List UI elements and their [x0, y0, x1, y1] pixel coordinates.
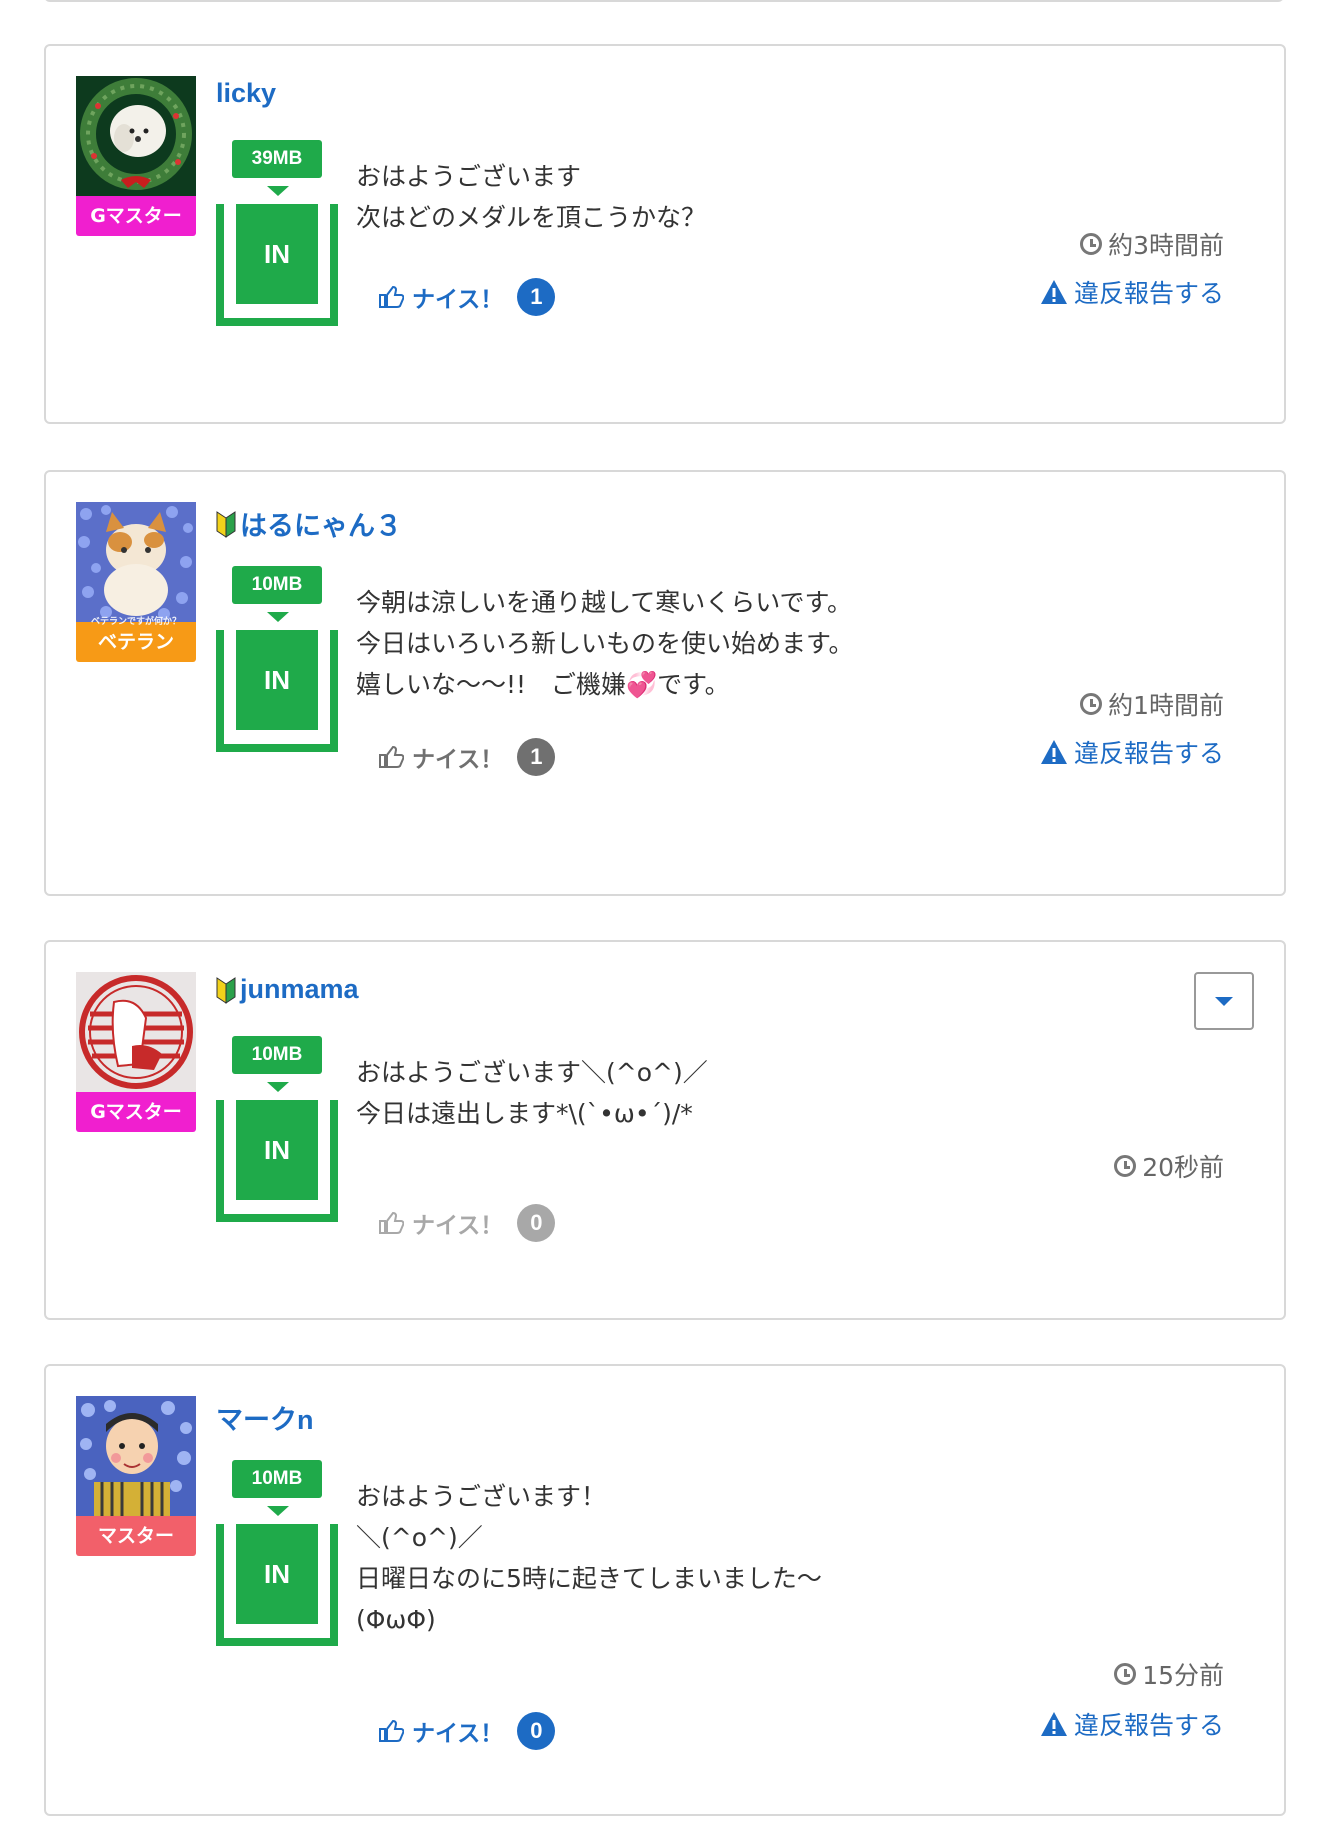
- storage-box: IN: [216, 204, 338, 326]
- rank-badge: ベテランですが何か？ ベテラン: [76, 617, 196, 662]
- username-text[interactable]: はるにゃん３: [240, 504, 402, 543]
- post-time-text: 約3時間前: [1108, 231, 1224, 260]
- caret-down-icon: [1215, 996, 1233, 1006]
- post-card: Gマスター junmama 10MB IN おはようございます＼(^o^)／ 今…: [44, 940, 1286, 1320]
- arrow-down-icon: [267, 612, 289, 622]
- post-card: Gマスター licky 39MB IN おはようございます 次はどのメダルを頂こ…: [44, 44, 1286, 424]
- storage-box: IN: [216, 630, 338, 752]
- nice-button[interactable]: ナイス！ 1: [378, 738, 556, 776]
- post-card: ベテランですが何か？ ベテラン はるにゃん３ 10MB IN 今朝は涼しいを通り…: [44, 470, 1286, 896]
- nice-label[interactable]: ナイス！: [412, 1714, 503, 1748]
- post-time: 約3時間前: [1080, 226, 1224, 262]
- nice-count: 0: [517, 1712, 556, 1750]
- rank-badge: Gマスター: [76, 1092, 196, 1132]
- report-link[interactable]: 違反報告する: [1040, 1706, 1224, 1742]
- post-message: 今朝は涼しいを通り越して寒いくらいです。 今日はいろいろ新しいものを使い始めます…: [356, 588, 854, 699]
- avatar[interactable]: [76, 972, 196, 1092]
- nice-count: 0: [517, 1204, 556, 1242]
- avatar[interactable]: [76, 76, 196, 196]
- post-time: 約1時間前: [1080, 686, 1224, 722]
- post-card: マスター マークn 10MB IN おはようございます！ ＼(^o^)／ 日曜日…: [44, 1364, 1286, 1816]
- rank-badge: Gマスター: [76, 196, 196, 236]
- arrow-down-icon: [267, 186, 289, 196]
- nice-label[interactable]: ナイス！: [412, 1206, 503, 1240]
- post-message: おはようございます＼(^o^)／ 今日は遠出します*\(`•ω•´)/*: [356, 1058, 708, 1128]
- user-avatar-block[interactable]: マスター: [76, 1396, 196, 1556]
- username-link[interactable]: licky: [216, 78, 276, 109]
- post-message: おはようございます 次はどのメダルを頂こうかな？: [356, 162, 707, 232]
- nice-button[interactable]: ナイス！ 1: [378, 278, 556, 316]
- storage-size-badge: 10MB: [232, 1460, 322, 1498]
- username-link[interactable]: junmama: [216, 974, 359, 1005]
- thumbs-up-icon: [379, 1211, 404, 1234]
- report-link[interactable]: 違反報告する: [1040, 734, 1224, 770]
- rank-badge: マスター: [76, 1516, 196, 1556]
- beginner-mark-icon: [216, 976, 236, 1004]
- storage-size-badge: 10MB: [232, 566, 322, 604]
- username-link[interactable]: マークn: [216, 1398, 314, 1437]
- warning-icon: [1040, 1712, 1067, 1736]
- storage-indicator: 10MB IN: [216, 1460, 338, 1646]
- post-time: 20秒前: [1114, 1148, 1224, 1184]
- username-text[interactable]: junmama: [240, 974, 359, 1005]
- storage-in-label: IN: [232, 1100, 322, 1204]
- report-label[interactable]: 違反報告する: [1074, 1706, 1224, 1742]
- post-time-text: 20秒前: [1142, 1153, 1224, 1182]
- report-label[interactable]: 違反報告する: [1074, 734, 1224, 770]
- avatar[interactable]: [76, 502, 196, 622]
- nice-count: 1: [517, 738, 556, 776]
- warning-icon: [1040, 740, 1067, 764]
- post-message: おはようございます！ ＼(^o^)／ 日曜日なのに5時に起きてしまいました〜 (…: [356, 1482, 822, 1634]
- nice-button[interactable]: ナイス！ 0: [378, 1204, 556, 1242]
- nice-button[interactable]: ナイス！ 0: [378, 1712, 556, 1750]
- user-avatar-block[interactable]: Gマスター: [76, 76, 196, 236]
- post-time-text: 約1時間前: [1108, 691, 1224, 720]
- post-time: 15分前: [1114, 1656, 1224, 1692]
- user-avatar-block[interactable]: Gマスター: [76, 972, 196, 1132]
- arrow-down-icon: [267, 1506, 289, 1516]
- storage-box: IN: [216, 1100, 338, 1222]
- thumbs-up-icon: [379, 1719, 404, 1742]
- storage-indicator: 10MB IN: [216, 1036, 338, 1222]
- nice-count: 1: [517, 278, 556, 316]
- arrow-down-icon: [267, 1082, 289, 1092]
- username-text[interactable]: マークn: [216, 1398, 314, 1437]
- warning-icon: [1040, 280, 1067, 304]
- storage-in-label: IN: [232, 204, 322, 308]
- thumbs-up-icon: [379, 285, 404, 308]
- beginner-mark-icon: [216, 510, 236, 538]
- storage-indicator: 10MB IN: [216, 566, 338, 752]
- clock-icon: [1114, 1155, 1137, 1177]
- clock-icon: [1080, 693, 1103, 715]
- username-link[interactable]: はるにゃん３: [216, 504, 402, 543]
- thumbs-up-icon: [379, 745, 404, 768]
- storage-size-badge: 10MB: [232, 1036, 322, 1074]
- clock-icon: [1080, 233, 1103, 255]
- user-avatar-block[interactable]: ベテランですが何か？ ベテラン: [76, 502, 196, 662]
- report-link[interactable]: 違反報告する: [1040, 274, 1224, 310]
- clock-icon: [1114, 1663, 1137, 1685]
- avatar[interactable]: [76, 1396, 196, 1516]
- storage-in-label: IN: [232, 1524, 322, 1628]
- post-time-text: 15分前: [1142, 1661, 1224, 1690]
- previous-post-bottom-border: [44, 0, 1284, 2]
- nice-label[interactable]: ナイス！: [412, 740, 503, 774]
- storage-size-badge: 39MB: [232, 140, 322, 178]
- post-menu-dropdown-button[interactable]: [1194, 972, 1254, 1030]
- storage-indicator: 39MB IN: [216, 140, 338, 326]
- storage-in-label: IN: [232, 630, 322, 734]
- storage-box: IN: [216, 1524, 338, 1646]
- username-text[interactable]: licky: [216, 78, 276, 109]
- nice-label[interactable]: ナイス！: [412, 280, 503, 314]
- rank-subtitle: ベテランですが何か？: [90, 617, 181, 627]
- report-label[interactable]: 違反報告する: [1074, 274, 1224, 310]
